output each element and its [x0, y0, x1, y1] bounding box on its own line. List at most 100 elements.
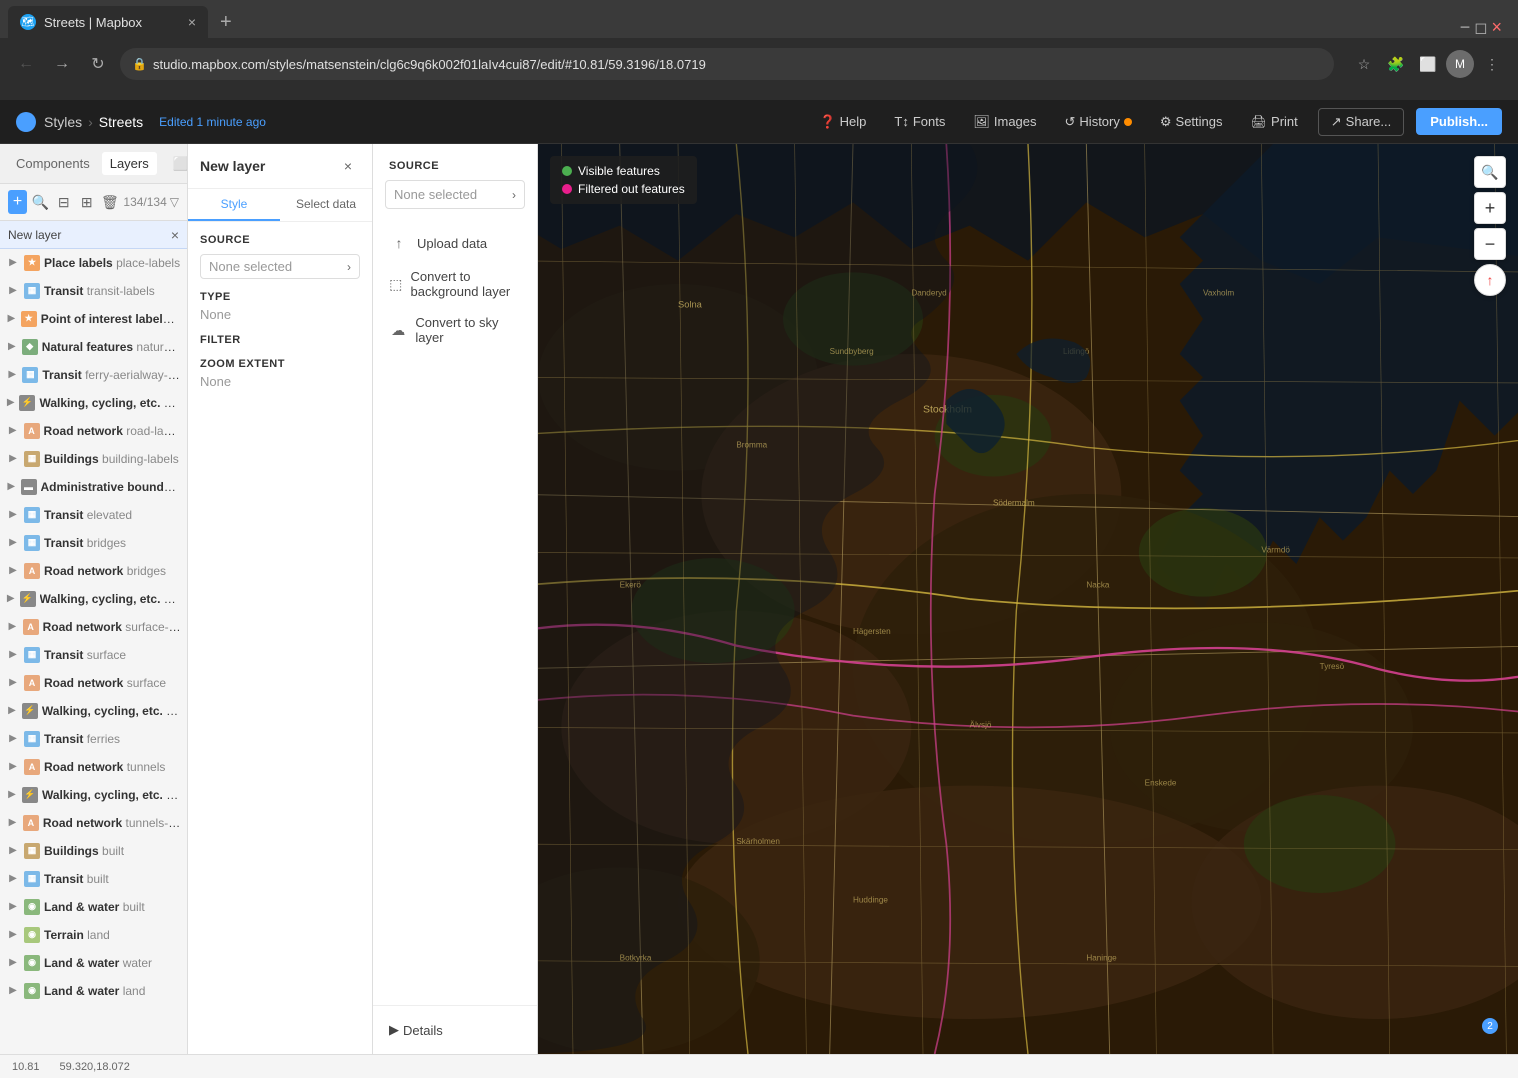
print-label: Print [1271, 114, 1298, 129]
layer-item[interactable]: ▶ARoad network tunnels-case [0, 809, 187, 837]
help-btn[interactable]: ❓ Help [811, 110, 874, 134]
images-btn[interactable]: 🖼 Images [965, 110, 1044, 134]
map-area[interactable]: Stockholm Södermalm Sundbyberg Bromma Li… [538, 144, 1518, 1054]
layer-item[interactable]: ▶▦Transit ferries [0, 725, 187, 753]
tab-layers[interactable]: Layers [102, 152, 157, 175]
back-btn[interactable]: ← [12, 50, 40, 78]
layer-name-text: Walking, cycling, etc. tunnels [42, 788, 181, 802]
filter-layer-btn[interactable]: ⊟ [54, 190, 73, 214]
compass-btn[interactable]: ↑ [1474, 264, 1506, 296]
svg-text:Nacka: Nacka [1086, 580, 1110, 589]
type-section: Type None [188, 291, 372, 334]
search-layer-btn[interactable]: 🔍 [31, 190, 50, 214]
top-bar-left: Styles › Streets Edited 1 minute ago [16, 112, 811, 132]
layer-item[interactable]: ▶ARoad network road-labels [0, 417, 187, 445]
layer-type-icon: ▦ [24, 647, 40, 663]
screenshot-btn[interactable]: ⬜ [1414, 50, 1442, 78]
window-close-btn[interactable]: × [1491, 17, 1502, 38]
style-tab[interactable]: Style [188, 189, 280, 221]
history-btn[interactable]: ↺ History [1057, 110, 1140, 134]
layer-type-icon: ▦ [24, 871, 40, 887]
convert-bg-action[interactable]: ⬚ Convert to background layer [373, 261, 537, 307]
tab-close-btn[interactable]: × [188, 14, 196, 30]
active-tab[interactable]: 🗺 Streets | Mapbox × [8, 6, 208, 38]
breadcrumb-sep: › [88, 114, 93, 130]
layer-item[interactable]: ▶ARoad network tunnels [0, 753, 187, 781]
layer-item[interactable]: ▶⚡Walking, cycling, etc. surface [0, 697, 187, 725]
new-tab-btn[interactable]: + [208, 6, 244, 38]
upload-data-action[interactable]: ↑ Upload data [373, 225, 537, 261]
layer-item[interactable]: ▶◉Land & water water [0, 949, 187, 977]
tab-3d[interactable]: ⬜ 3D [165, 152, 188, 176]
zoom-out-btn[interactable]: − [1474, 228, 1506, 260]
refresh-btn[interactable]: ↻ [84, 50, 112, 78]
new-layer-panel-close-btn[interactable]: × [336, 154, 360, 178]
layer-expand-icon: ▶ [6, 621, 19, 632]
layer-item[interactable]: ▶▦Transit surface [0, 641, 187, 669]
layer-item[interactable]: ▶▦Transit elevated [0, 501, 187, 529]
layer-item[interactable]: ▶◉Land & water land [0, 977, 187, 1005]
layer-type-icon: ▦ [24, 451, 40, 467]
layer-item[interactable]: ▶▦Buildings built [0, 837, 187, 865]
notification-badge[interactable]: 2 [1482, 1018, 1498, 1034]
details-toggle[interactable]: ▶ Details [373, 1014, 537, 1046]
zoom-status: 10.81 [12, 1061, 40, 1073]
add-layer-btn[interactable]: + [8, 190, 27, 214]
layer-item[interactable]: ▶▦Transit transit-labels [0, 277, 187, 305]
layer-name-text: Transit ferry-aerialway-labels [42, 368, 181, 382]
fonts-btn[interactable]: T↕ Fonts [886, 110, 953, 133]
layer-item[interactable]: ▶▦Transit ferry-aerialway-labels [0, 361, 187, 389]
layer-item[interactable]: ▶▦Transit built [0, 865, 187, 893]
layer-name-text: Terrain land [44, 928, 110, 942]
print-btn[interactable]: 🖨 Print [1243, 110, 1306, 134]
layer-item[interactable]: ▶▦Transit bridges [0, 529, 187, 557]
menu-btn[interactable]: ⋮ [1478, 50, 1506, 78]
layer-expand-icon: ▶ [6, 425, 20, 436]
address-bar[interactable]: 🔒 studio.mapbox.com/styles/matsenstein/c… [120, 48, 1334, 80]
layer-item[interactable]: ▶◉Land & water built [0, 893, 187, 921]
delete-layer-btn[interactable]: 🗑 [100, 190, 119, 214]
tab-components[interactable]: Components [8, 152, 98, 175]
source-input[interactable]: None selected › [200, 254, 360, 279]
layer-item[interactable]: ▶◉Terrain land [0, 921, 187, 949]
convert-sky-action[interactable]: ☁ Convert to sky layer [373, 307, 537, 353]
source-config-panel: Source None selected › ↑ Upload data ⬚ C… [373, 144, 538, 1054]
bookmark-btn[interactable]: ☆ [1350, 50, 1378, 78]
top-bar-right: ❓ Help T↕ Fonts 🖼 Images ↺ History ⚙ Set… [811, 108, 1502, 136]
layer-expand-icon: ▶ [6, 285, 20, 296]
layer-item[interactable]: ▶⚡Walking, cycling, etc. walking-cycling… [0, 389, 187, 417]
layer-item[interactable]: ▶⚡Walking, cycling, etc. tunnels [0, 781, 187, 809]
profile-btn[interactable]: M [1446, 50, 1474, 78]
publish-btn[interactable]: Publish... [1416, 108, 1502, 135]
window-minimize-btn[interactable]: − [1460, 17, 1471, 38]
new-layer-close-btn[interactable]: × [171, 227, 179, 243]
layer-name-text: Road network surface-icons [43, 620, 181, 634]
zoom-section: Zoom extent None [188, 358, 372, 401]
map-search-btn[interactable]: 🔍 [1474, 156, 1506, 188]
forward-btn[interactable]: → [48, 50, 76, 78]
url-text: studio.mapbox.com/styles/matsenstein/clg… [153, 57, 706, 72]
layer-name-text: Point of interest labels poi-labels [41, 312, 181, 326]
group-layer-btn[interactable]: ⊞ [77, 190, 96, 214]
zoom-in-btn[interactable]: + [1474, 192, 1506, 224]
layer-expand-icon: ▶ [6, 957, 20, 968]
layer-item[interactable]: ▶▦Buildings building-labels [0, 445, 187, 473]
layer-item[interactable]: ▶◆Natural features natural-labels [0, 333, 187, 361]
svg-text:Haninge: Haninge [1086, 954, 1117, 963]
window-maximize-btn[interactable]: ◻ [1474, 18, 1487, 38]
settings-btn[interactable]: ⚙ Settings [1152, 110, 1231, 134]
layer-item[interactable]: ▶★Place labels place-labels [0, 249, 187, 277]
layer-item[interactable]: ▶ARoad network surface [0, 669, 187, 697]
layer-item[interactable]: ▶★Point of interest labels poi-labels [0, 305, 187, 333]
layer-item[interactable]: ▶ARoad network surface-icons [0, 613, 187, 641]
breadcrumb-styles[interactable]: Styles [44, 114, 82, 130]
share-btn[interactable]: ↗ Share... [1318, 108, 1404, 136]
extensions-btn[interactable]: 🧩 [1382, 50, 1410, 78]
layer-item[interactable]: ▶ARoad network bridges [0, 557, 187, 585]
layer-item[interactable]: ▶⚡Walking, cycling, etc. barriers-bridge… [0, 585, 187, 613]
source-config-select[interactable]: None selected › [385, 180, 525, 209]
layer-item[interactable]: ▶▬Administrative boundaries admin [0, 473, 187, 501]
layer-type-icon: ▦ [22, 367, 38, 383]
select-data-tab[interactable]: Select data [280, 189, 372, 221]
svg-text:Skärholmen: Skärholmen [736, 837, 780, 846]
